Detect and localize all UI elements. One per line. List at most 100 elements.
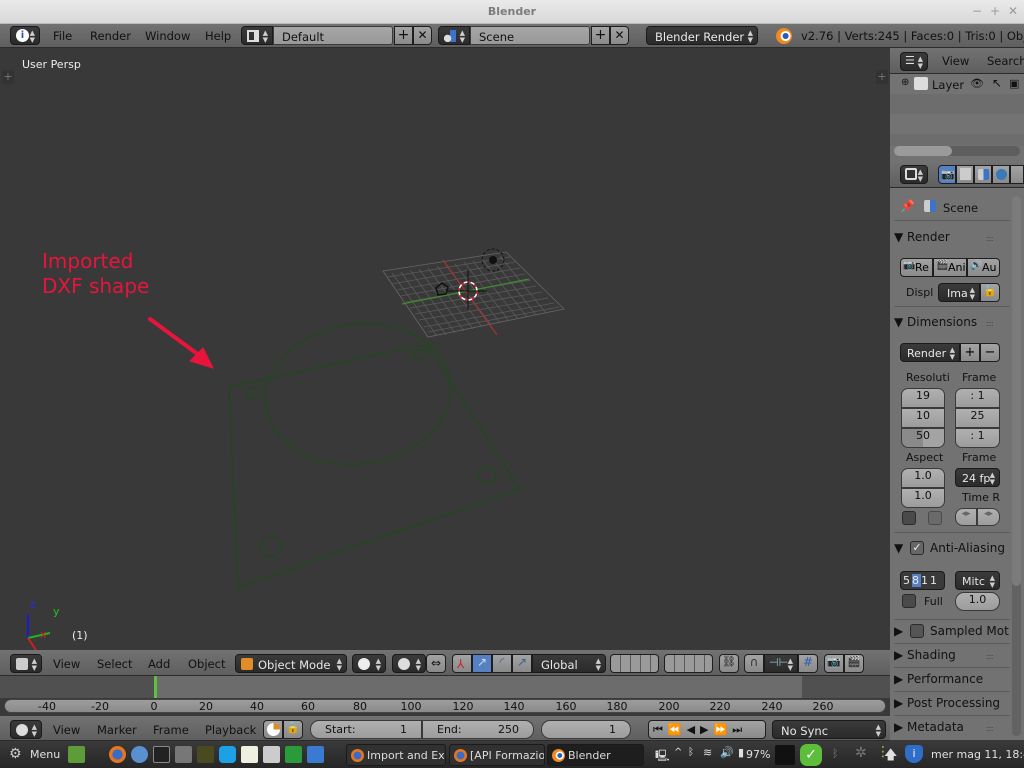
drag-handle-icon[interactable]: ::::: [986, 652, 994, 661]
3d-viewport[interactable]: User Persp + + z y x (1) Imported DXF sh…: [0, 48, 890, 650]
layer-buttons-group-2[interactable]: [664, 654, 713, 673]
network-icon[interactable]: 🖳: [655, 747, 670, 766]
menu-marker[interactable]: Marker: [97, 723, 137, 737]
aa-sample-option[interactable]: 5: [903, 574, 912, 587]
shield-info-icon[interactable]: i: [905, 745, 923, 763]
lock-interface-button[interactable]: 🔓: [980, 283, 1000, 302]
crop-checkbox[interactable]: [928, 511, 942, 525]
menu-view[interactable]: View: [53, 723, 80, 737]
drag-handle-icon[interactable]: ::::: [986, 234, 994, 243]
editor-type-timeline-button[interactable]: ▲ ▼: [10, 720, 42, 739]
outliner-hscroll-thumb[interactable]: [894, 146, 952, 156]
properties-vscroll-thumb[interactable]: [1012, 196, 1021, 586]
resolution-x-field[interactable]: 19: [901, 388, 945, 408]
task-api-formazione[interactable]: [API Formazio...: [449, 744, 545, 766]
aspect-y-field[interactable]: 1.0: [901, 488, 945, 508]
manipulate-center-button[interactable]: ⇔: [426, 654, 446, 673]
editor-type-3d-button[interactable]: ▲ ▼: [10, 654, 42, 673]
battery-icon[interactable]: ▮: [738, 746, 744, 759]
drag-handle-icon[interactable]: ::::: [986, 319, 994, 328]
render-icon[interactable]: ▣: [1009, 77, 1019, 90]
chevron-up-icon[interactable]: ^: [674, 747, 682, 758]
sync-tray-icon[interactable]: ✲: [855, 745, 867, 761]
screen-layout-field[interactable]: Default: [273, 26, 393, 45]
minimize-button[interactable]: −: [972, 4, 982, 18]
menu-add[interactable]: Add: [148, 657, 170, 671]
sampled-motion-blur-panel-header[interactable]: ▶ Sampled Mot: [894, 624, 1010, 638]
snap-toggle[interactable]: ∩: [744, 654, 764, 673]
start-frame-field[interactable]: Start: 1: [310, 720, 422, 739]
anti-aliasing-checkbox[interactable]: ✓: [910, 541, 924, 555]
task-blender[interactable]: Blender: [547, 744, 644, 766]
layer-buttons-group-1[interactable]: [610, 654, 659, 673]
writer-icon[interactable]: [307, 746, 324, 763]
pin-icon[interactable]: 📌: [900, 199, 915, 213]
start-menu-button[interactable]: Menu: [30, 748, 60, 761]
outliner-menu-view[interactable]: View: [942, 54, 969, 68]
expand-icon[interactable]: ⊕: [901, 77, 909, 88]
add-layout-button[interactable]: +: [394, 26, 413, 45]
volume-icon[interactable]: 🔊: [720, 746, 734, 759]
filter-size-field[interactable]: 1.0: [955, 592, 1000, 611]
firefox-icon[interactable]: [109, 746, 126, 763]
scene-selector-button[interactable]: ▲ ▼: [438, 26, 470, 45]
display-select[interactable]: Ima ▲ ▼: [938, 283, 980, 302]
screen-layout-button[interactable]: ▲ ▼: [241, 26, 273, 45]
add-scene-button[interactable]: +: [591, 26, 610, 45]
remove-preset-button[interactable]: −: [980, 343, 1000, 362]
aa-sample-option-selected[interactable]: 8: [912, 574, 921, 587]
chromium-icon[interactable]: [131, 746, 148, 763]
text-editor-icon[interactable]: [241, 746, 258, 763]
full-sample-checkbox[interactable]: [902, 594, 916, 608]
outliner-hscroll-track[interactable]: [894, 146, 1020, 156]
render-image-button[interactable]: 📷: [824, 654, 844, 673]
drag-handle-icon[interactable]: ::::: [986, 724, 994, 733]
anti-aliasing-panel-header[interactable]: ▼ ✓ Anti-Aliasing: [894, 541, 1010, 555]
maximize-button[interactable]: +: [990, 4, 1000, 18]
keyframe-type-button[interactable]: [263, 720, 283, 739]
pivot-point-select[interactable]: ▲ ▼: [392, 654, 426, 673]
border-checkbox[interactable]: [902, 511, 916, 525]
playback-controls[interactable]: ⏮⏪◀▶⏩⏭: [648, 720, 766, 739]
menu-window[interactable]: Window: [145, 29, 190, 43]
render-engine-select[interactable]: Blender Render ▲ ▼: [646, 26, 758, 45]
frame-step-field[interactable]: : 1: [955, 428, 1000, 448]
mail-notifier-icon[interactable]: [775, 745, 795, 765]
post-processing-panel-header[interactable]: ▶ Post Processing: [894, 696, 1010, 710]
menu-select[interactable]: Select: [97, 657, 132, 671]
menu-file[interactable]: File: [53, 29, 72, 43]
render-presets-select[interactable]: Render ▲ ▼: [900, 343, 960, 362]
tab-world[interactable]: [992, 165, 1010, 184]
clock[interactable]: mer mag 11, 18:46: [931, 748, 1024, 761]
aa-sample-option[interactable]: 1: [930, 574, 939, 587]
snap-element-select[interactable]: ⊣⊢ ▲ ▼: [764, 654, 798, 673]
bluetooth-tray-icon[interactable]: ᛒ: [832, 747, 839, 760]
resolution-y-field[interactable]: 10: [901, 408, 945, 428]
timeline-scrollbar[interactable]: [4, 699, 886, 713]
time-remap-old-field[interactable]: ◂▸: [955, 508, 977, 526]
tab-object[interactable]: [1010, 165, 1024, 184]
lock-button[interactable]: 🔒: [283, 720, 303, 739]
menu-help[interactable]: Help: [205, 29, 231, 43]
spreadsheet-icon[interactable]: [285, 746, 302, 763]
tab-render[interactable]: 📷: [938, 165, 956, 184]
scale-manipulator[interactable]: ↗: [512, 654, 532, 673]
menu-view[interactable]: View: [53, 657, 80, 671]
skype-icon[interactable]: [219, 746, 236, 763]
resolution-percentage-slider[interactable]: 50: [901, 428, 945, 448]
task-import-and-export[interactable]: Import and Ex...: [346, 744, 446, 766]
tab-render-layers[interactable]: [956, 165, 974, 184]
render-image-button[interactable]: 📷 Re: [900, 258, 933, 277]
current-frame-field[interactable]: 1: [541, 720, 631, 739]
terminal-icon[interactable]: [153, 746, 170, 763]
wifi-icon[interactable]: ≋: [703, 746, 712, 759]
menu-render[interactable]: Render: [90, 29, 131, 43]
properties-vscroll-track[interactable]: [1012, 196, 1021, 736]
transform-orientation-select[interactable]: Global ▲ ▼: [532, 654, 606, 673]
render-animation-button[interactable]: 🎬: [844, 654, 864, 673]
outliner-item-layer[interactable]: ⊕ Layer 1 👁 ↖ ▣: [890, 74, 1024, 94]
aa-samples-selector[interactable]: 5811: [900, 571, 945, 590]
frame-rate-select[interactable]: 24 fp ▲ ▼: [955, 468, 1000, 487]
show-desktop-icon[interactable]: [68, 746, 85, 763]
system-monitor-icon[interactable]: [197, 746, 214, 763]
